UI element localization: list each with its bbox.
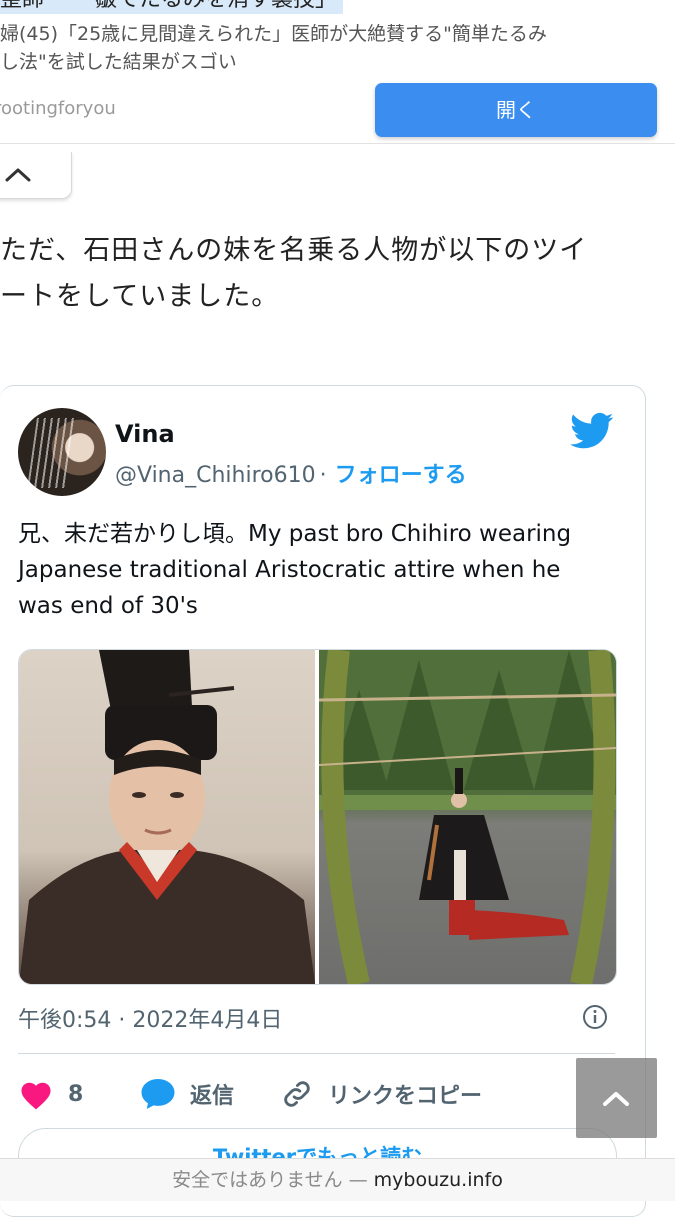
ad-headline: 整師 皺てたるみを消す裏技」 xyxy=(0,0,343,14)
tweet-handle-row: @Vina_Chihiro610 · フォローする xyxy=(115,457,467,489)
follow-link[interactable]: フォローする xyxy=(335,463,467,488)
chevron-up-icon xyxy=(603,1092,629,1106)
separator-dot: · xyxy=(319,463,327,488)
scroll-to-top-button[interactable] xyxy=(576,1058,657,1138)
like-button[interactable]: 8 xyxy=(18,1074,83,1114)
article-line: ただ、石田さんの妹を名乗る人物が以下のツイ xyxy=(0,235,588,266)
copy-link-label: リンクをコピー xyxy=(328,1084,483,1109)
tweet-text-line: Japanese traditional Aristocratic attire… xyxy=(18,557,561,583)
heart-icon xyxy=(21,1082,51,1110)
photo-portrait[interactable] xyxy=(19,650,315,984)
article-paragraph: ただ、石田さんの妹を名乗る人物が以下のツイ ートをしていました。 xyxy=(0,228,665,320)
ad-source: rootingforyou xyxy=(0,98,116,119)
ad-description-line: し法"を試した結果がスゴい xyxy=(0,51,237,73)
browser-url-bar[interactable]: 安全ではありません — mybouzu.info xyxy=(0,1158,675,1201)
tweet-user-name[interactable]: Vina xyxy=(115,420,175,448)
link-icon xyxy=(284,1081,310,1107)
tweet-handle[interactable]: @Vina_Chihiro610 xyxy=(115,463,316,488)
ad-banner[interactable]: 整師 皺てたるみを消す裏技」 婦(45)「25歳に見間違えられた」医師が大絶賛す… xyxy=(0,0,675,144)
embedded-tweet: Vina @Vina_Chihiro610 · フォローする 兄、未だ若かりし頃。M… xyxy=(0,385,646,1217)
ad-description: 婦(45)「25歳に見間違えられた」医師が大絶賛する"簡単たるみ し法"を試した… xyxy=(0,20,672,76)
ad-description-line: 婦(45)「25歳に見間違えられた」医師が大絶賛する"簡単たるみ xyxy=(0,23,547,45)
reply-bubble-icon xyxy=(141,1079,175,1109)
tweet-timestamp[interactable]: 午後0:54 · 2022年4月4日 xyxy=(18,1002,282,1034)
open-button[interactable]: 開く xyxy=(375,83,657,137)
url-domain: mybouzu.info xyxy=(373,1169,503,1191)
photo-shrine[interactable] xyxy=(319,650,616,984)
twitter-bird-icon[interactable] xyxy=(570,412,614,450)
avatar[interactable] xyxy=(18,408,106,496)
security-warning: 安全ではありません — xyxy=(172,1169,368,1191)
copy-link-button[interactable]: リンクをコピー xyxy=(280,1074,482,1114)
tweet-text: 兄、未だ若かりし頃。My past bro Chihiro wearing Ja… xyxy=(18,516,633,624)
reply-label: 返信 xyxy=(190,1084,235,1109)
article-line: ートをしていました。 xyxy=(0,281,280,312)
tweet-text-line: was end of 30's xyxy=(18,593,198,619)
tweet-text-line: 兄、未だ若かりし頃。My past bro Chihiro wearing xyxy=(18,521,572,547)
tweet-media[interactable] xyxy=(18,649,617,985)
reply-button[interactable]: 返信 xyxy=(140,1074,234,1114)
like-count: 8 xyxy=(68,1081,84,1107)
chevron-up-icon xyxy=(5,168,31,182)
info-icon[interactable] xyxy=(582,1004,608,1030)
tweet-actions: 8 返信 リンクをコピー xyxy=(18,1074,615,1114)
collapse-ad-button[interactable] xyxy=(0,152,72,199)
divider xyxy=(18,1053,615,1054)
